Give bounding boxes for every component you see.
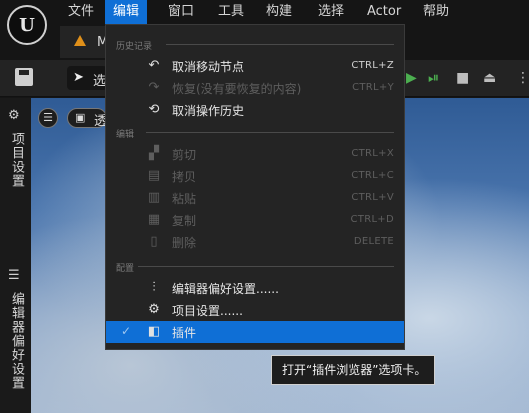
check-icon: ✓ [121, 324, 132, 338]
edit-menu-dropdown: 历史记录 ↶ 取消移动节点 CTRL+Z ↷ 恢复(没有要恢复的内容) CTRL… [105, 24, 405, 350]
cut-icon: ▞ [149, 146, 159, 161]
editor-preferences-tab-label: 编辑器偏好设置 [9, 292, 24, 390]
trash-icon: ▯ [150, 234, 158, 249]
menu-item-editor-preferences[interactable]: ⫶ 编辑器偏好设置...... [106, 277, 404, 299]
undo-icon: ↶ [148, 58, 160, 73]
menu-select[interactable]: 选择 [310, 0, 352, 24]
menu-item-shortcut: CTRL+D [350, 214, 394, 225]
menu-item-copy[interactable]: ▤ 拷贝 CTRL+C [106, 165, 404, 187]
section-divider [166, 44, 394, 45]
menu-item-label: 剪切 [172, 148, 197, 162]
menu-item-label: 恢复(没有要恢复的内容) [172, 82, 302, 96]
menu-item-delete[interactable]: ▯ 删除 DELETE [106, 231, 404, 253]
menu-actor[interactable]: Actor [359, 0, 409, 24]
menu-help[interactable]: 帮助 [415, 0, 457, 24]
redo-icon: ↷ [148, 80, 160, 95]
menu-item-label: 拷贝 [172, 170, 197, 184]
section-history-title: 历史记录 [116, 42, 153, 52]
project-settings-tab[interactable]: ⚙ 项目设置 [0, 108, 31, 258]
gear-icon: ⚙ [148, 302, 160, 317]
plugins-tooltip: 打开“插件浏览器”选项卡。 [271, 355, 435, 385]
menu-item-label: 粘贴 [172, 192, 197, 206]
stop-icon[interactable]: ■ [456, 66, 469, 90]
menu-edit[interactable]: 编辑 [105, 0, 148, 24]
play-options-icon[interactable]: ▶ [406, 66, 417, 90]
save-icon[interactable] [15, 68, 33, 86]
level-icon [74, 35, 86, 46]
menu-item-shortcut: CTRL+X [351, 148, 394, 159]
history-icon: ⟲ [148, 102, 160, 117]
unreal-logo[interactable]: U [7, 5, 47, 45]
plugin-icon: ◧ [147, 324, 161, 339]
sliders-icon: ⫶ [152, 280, 156, 295]
section-edit-title: 编辑 [116, 130, 135, 140]
menu-item-duplicate[interactable]: ▦ 复制 CTRL+D [106, 209, 404, 231]
menu-build[interactable]: 构建 [258, 0, 300, 24]
section-config-title: 配置 [116, 264, 135, 274]
viewport-options-icon[interactable]: ☰ [38, 108, 58, 128]
duplicate-icon: ▦ [147, 212, 161, 227]
menu-item-undo-history[interactable]: ⟲ 取消操作历史 [106, 99, 404, 121]
menu-item-shortcut: CTRL+Y [352, 82, 394, 93]
menu-window[interactable]: 窗口 [160, 0, 202, 24]
menu-item-shortcut: CTRL+C [351, 170, 394, 181]
section-divider [138, 266, 394, 267]
logo-glyph: U [19, 14, 35, 36]
cube-icon: ▣ [75, 111, 86, 124]
paste-icon: ▥ [147, 190, 161, 205]
perspective-button[interactable]: ▣ 透 [67, 108, 107, 129]
menu-item-label: 复制 [172, 214, 197, 228]
menu-item-paste[interactable]: ▥ 粘贴 CTRL+V [106, 187, 404, 209]
selection-mode-button[interactable]: ➤ 选 [67, 66, 107, 90]
menu-item-undo[interactable]: ↶ 取消移动节点 CTRL+Z [106, 55, 404, 77]
menu-item-label: 插件 [172, 326, 197, 340]
copy-icon: ▤ [147, 168, 161, 183]
left-side-panel: ⚙ 项目设置 ☰ 编辑器偏好设置 [0, 98, 31, 413]
step-icon[interactable]: ⏯ [428, 66, 439, 90]
eject-icon[interactable]: ⏏ [483, 66, 496, 90]
menu-item-redo[interactable]: ↷ 恢复(没有要恢复的内容) CTRL+Y [106, 77, 404, 99]
menu-item-label: 取消操作历史 [172, 104, 245, 118]
menu-item-label: 编辑器偏好设置...... [172, 282, 279, 296]
gear-icon: ⚙ [8, 108, 20, 123]
cursor-icon: ➤ [73, 70, 84, 85]
play-controls: ▶ ⏯ ■ ⏏ ⋮ [400, 66, 529, 90]
menu-item-label: 项目设置...... [172, 304, 243, 318]
menu-tools[interactable]: 工具 [210, 0, 252, 24]
sliders-icon: ☰ [8, 268, 20, 283]
menu-item-project-settings[interactable]: ⚙ 项目设置...... [106, 299, 404, 321]
menu-item-shortcut: CTRL+Z [351, 60, 394, 71]
menu-bar: 文件 编辑 窗口 工具 构建 选择 Actor 帮助 [0, 0, 529, 24]
section-divider [146, 132, 394, 133]
menu-item-plugins[interactable]: ✓ ◧ 插件 [106, 321, 404, 343]
menu-item-label: 删除 [172, 236, 197, 250]
menu-item-shortcut: CTRL+V [351, 192, 394, 203]
menu-item-label: 取消移动节点 [172, 60, 245, 74]
menu-file[interactable]: 文件 [60, 0, 102, 24]
menu-item-cut[interactable]: ▞ 剪切 CTRL+X [106, 143, 404, 165]
project-settings-tab-label: 项目设置 [9, 132, 24, 188]
more-options-icon[interactable]: ⋮ [516, 66, 529, 90]
menu-item-shortcut: DELETE [353, 236, 394, 247]
editor-preferences-tab[interactable]: ☰ 编辑器偏好设置 [0, 268, 31, 413]
